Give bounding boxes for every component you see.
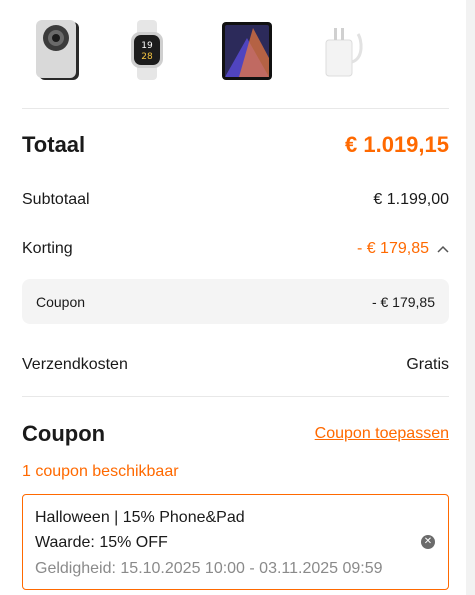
coupon-validity: Geldigheid: 15.10.2025 10:00 - 03.11.202…	[35, 560, 383, 577]
discount-value: - € 179,85	[356, 240, 429, 257]
subtotal-row: Subtotaal € 1.199,00	[22, 189, 449, 211]
discount-toggle[interactable]: - € 179,85	[357, 240, 449, 258]
coupon-discount-value: - € 179,85	[371, 293, 435, 310]
shipping-label: Verzendkosten	[22, 356, 128, 373]
tablet-image	[222, 22, 272, 80]
apply-coupon-link[interactable]: Coupon toepassen	[315, 425, 449, 443]
divider	[22, 396, 449, 397]
divider	[22, 108, 449, 109]
coupon-discount-label: Coupon	[36, 293, 86, 310]
phone-image	[36, 20, 79, 80]
coupon-value: Waarde: 15% OFF	[35, 534, 168, 551]
discount-label: Korting	[22, 240, 73, 257]
watch-thumbnail[interactable]: 19 28	[112, 14, 182, 86]
svg-text:28: 28	[141, 52, 153, 62]
total-label: Totaal	[22, 132, 86, 157]
discount-row[interactable]: Korting - € 179,85	[22, 238, 449, 260]
coupon-section-header: Coupon Coupon toepassen	[22, 419, 449, 449]
watch-image: 19 28	[131, 20, 163, 80]
shipping-value: Gratis	[406, 356, 449, 373]
shipping-row: Verzendkosten Gratis	[22, 354, 449, 376]
subtotal-value: € 1.199,00	[373, 191, 449, 208]
total-value: € 1.019,15	[345, 132, 449, 157]
coupon-discount-box: Coupon - € 179,85	[22, 279, 449, 324]
svg-text:19: 19	[141, 41, 153, 51]
phone-thumbnail[interactable]	[22, 14, 92, 86]
chevron-up-icon[interactable]	[437, 245, 449, 253]
coupon-available-text: 1 coupon beschikbaar	[22, 463, 179, 480]
tablet-thumbnail[interactable]	[212, 14, 282, 86]
subtotal-label: Subtotaal	[22, 191, 90, 208]
charger-thumbnail[interactable]	[305, 14, 375, 86]
coupon-card[interactable]: Halloween | 15% Phone&Pad Waarde: 15% OF…	[22, 494, 449, 590]
coupon-section-title: Coupon	[22, 421, 106, 446]
close-circle-icon[interactable]: ✕	[421, 535, 435, 549]
coupon-name: Halloween | 15% Phone&Pad	[35, 509, 245, 526]
order-summary-panel: 19 28 Totaal € 1.019,15 Subtotaal € 1.19…	[0, 0, 466, 595]
total-row: Totaal € 1.019,15	[22, 130, 449, 160]
charger-image	[325, 28, 363, 77]
scrollbar-track[interactable]	[466, 0, 475, 595]
